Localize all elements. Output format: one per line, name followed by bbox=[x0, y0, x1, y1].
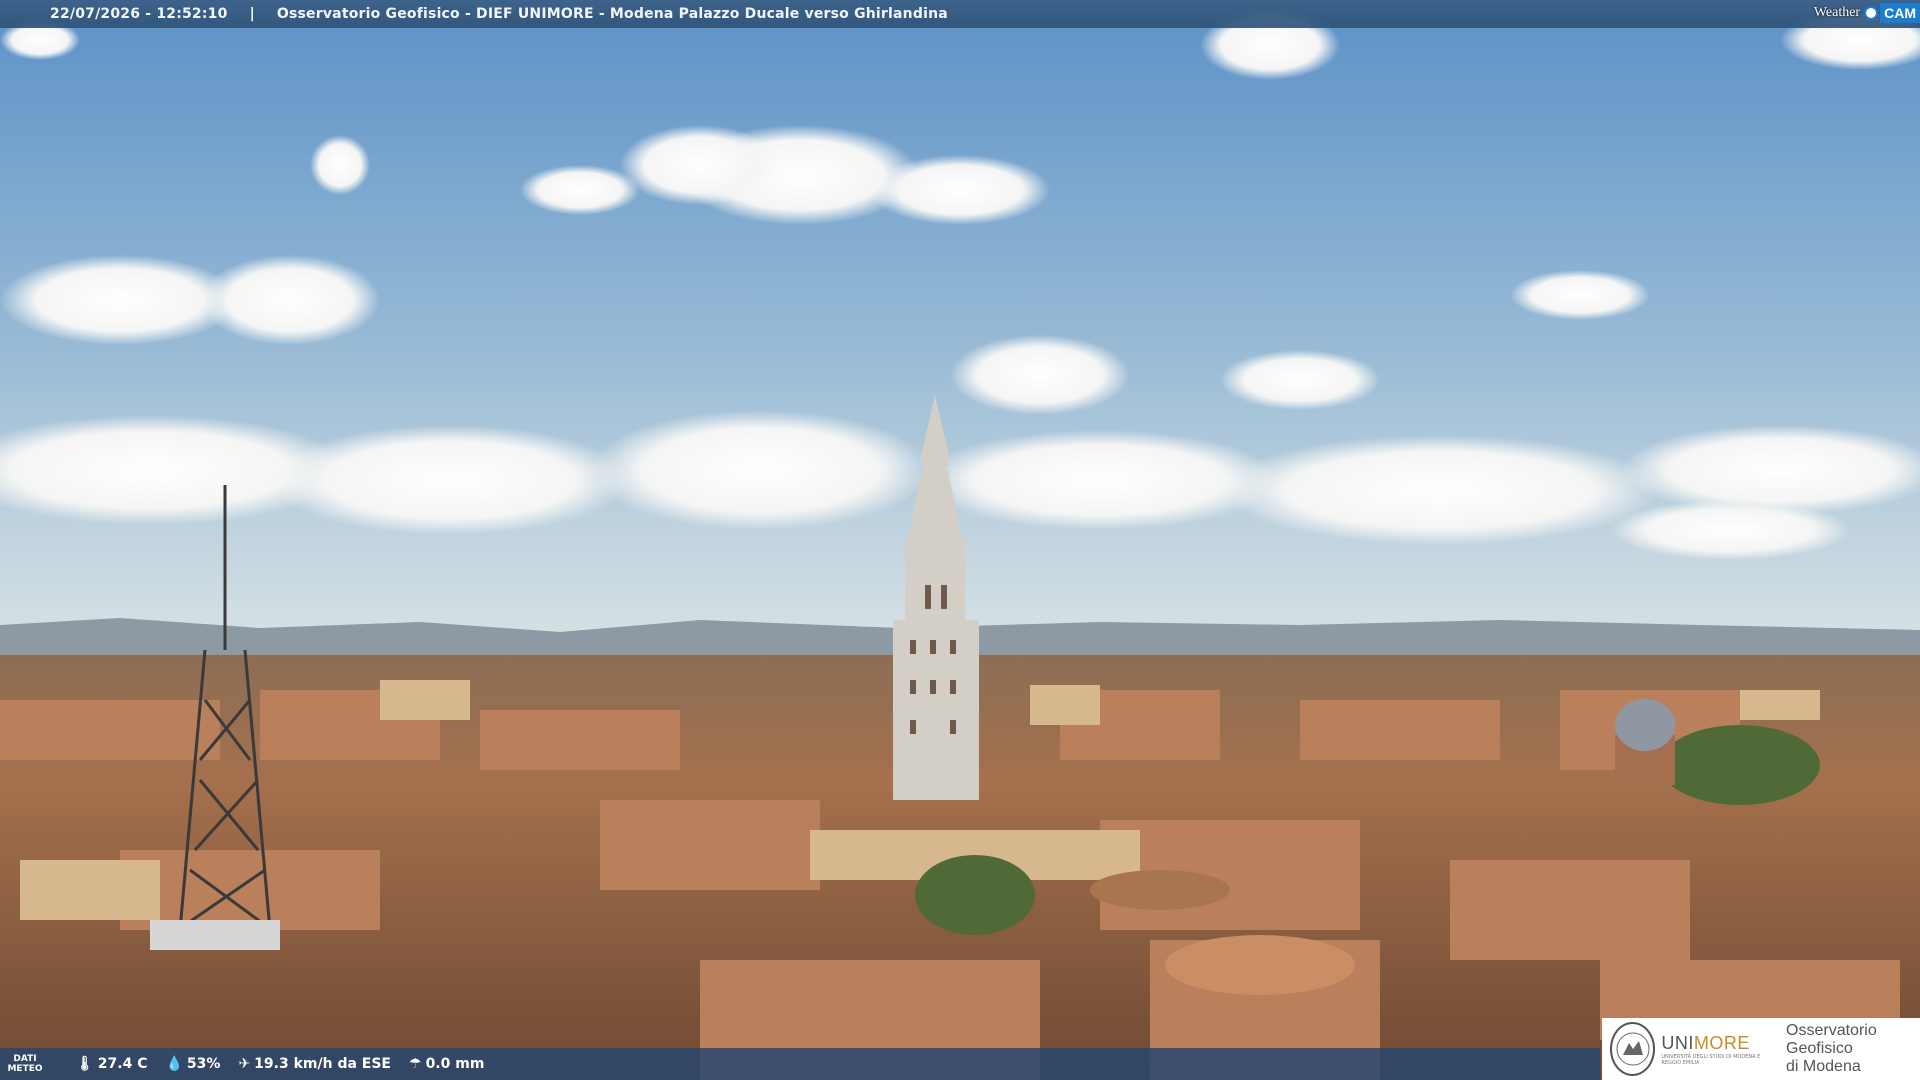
wind-icon: ✈ bbox=[238, 1056, 251, 1072]
temperature-reading: 🌡 27.4 C bbox=[76, 1056, 147, 1072]
caption-separator: | bbox=[249, 6, 255, 22]
wind-value: 19.3 km/h da ESE bbox=[254, 1056, 391, 1072]
humidity-value: 53% bbox=[186, 1056, 221, 1072]
top-caption-bar: 22/07/2026 - 12:52:10 | Osservatorio Geo… bbox=[0, 0, 1920, 28]
humidity-reading: 💧 53% bbox=[165, 1056, 220, 1072]
rain-reading: ☂ 0.0 mm bbox=[409, 1056, 484, 1072]
timestamp: 22/07/2026 - 12:52:10 bbox=[50, 6, 228, 22]
weathercam-dot-icon bbox=[1864, 6, 1879, 20]
meteo-data-bar: DATI METEO 🌡 27.4 C 💧 53% ✈ 19.3 km/h da… bbox=[0, 1048, 1600, 1080]
webcam-scene bbox=[0, 0, 1920, 1080]
unimore-logo: UNIMORE UNIVERSITÀ DEGLI STUDI DI MODENA… bbox=[1602, 1018, 1920, 1080]
weathercam-logo: Weather CAM bbox=[1810, 0, 1920, 26]
wind-reading: ✈ 19.3 km/h da ESE bbox=[238, 1056, 391, 1072]
unimore-wordmark: UNIMORE UNIVERSITÀ DEGLI STUDI DI MODENA… bbox=[1661, 1032, 1761, 1066]
meteo-label: DATI METEO bbox=[7, 1054, 43, 1074]
university-seal-icon bbox=[1610, 1022, 1656, 1076]
weathercam-word-cam: CAM bbox=[1880, 3, 1920, 23]
temperature-value: 27.4 C bbox=[97, 1056, 148, 1072]
camera-caption: Osservatorio Geofisico - DIEF UNIMORE - … bbox=[276, 6, 948, 22]
rain-icon: ☂ bbox=[409, 1056, 422, 1072]
dome bbox=[1615, 699, 1675, 785]
droplets-icon: 💧 bbox=[165, 1056, 183, 1072]
rain-value: 0.0 mm bbox=[425, 1056, 485, 1072]
thermometer-icon: 🌡 bbox=[76, 1056, 94, 1072]
observatory-name: Osservatorio Geofisico di Modena bbox=[1786, 1022, 1877, 1075]
weathercam-word-weather: Weather bbox=[1813, 5, 1861, 20]
trees bbox=[1660, 725, 1820, 805]
